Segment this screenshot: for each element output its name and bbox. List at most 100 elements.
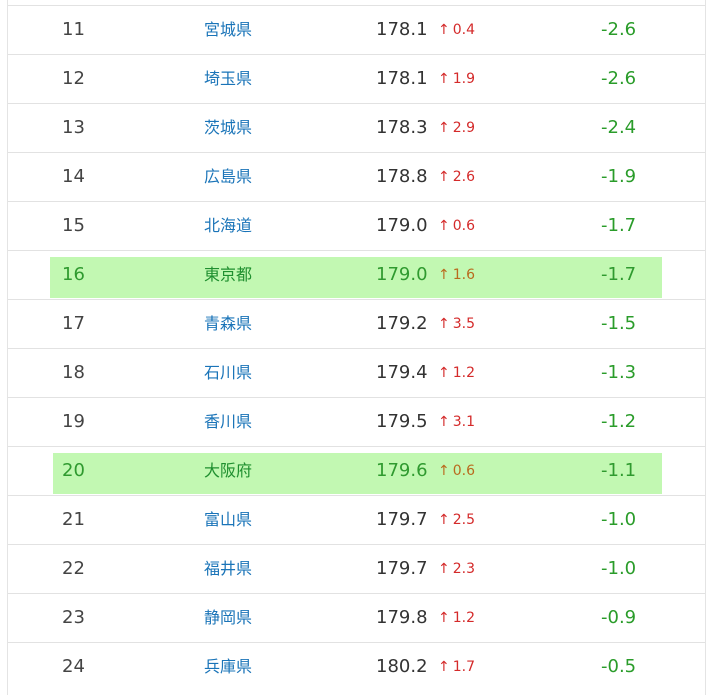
prefecture-link[interactable]: 広島県 bbox=[204, 153, 252, 201]
prefecture-link[interactable]: 大阪府 bbox=[204, 447, 252, 495]
arrow-up-icon: ↑ bbox=[438, 120, 450, 136]
arrow-up-icon: ↑ bbox=[438, 316, 450, 332]
change-amount: 3.1 bbox=[452, 414, 475, 430]
arrow-up-icon: ↑ bbox=[438, 414, 450, 430]
arrow-up-icon: ↑ bbox=[438, 610, 450, 626]
rank-cell: 18 bbox=[62, 362, 85, 383]
diff-value: -1.0 bbox=[601, 558, 637, 579]
diff-value: -1.7 bbox=[601, 215, 637, 236]
rank-cell: 22 bbox=[62, 558, 85, 579]
arrow-up-icon: ↑ bbox=[438, 512, 450, 528]
height-value: 178.8 bbox=[376, 166, 428, 187]
change-amount: 1.2 bbox=[452, 610, 475, 626]
rank-cell: 14 bbox=[62, 166, 85, 187]
diff-value: -0.9 bbox=[601, 607, 637, 628]
change-value: ↑ 1.7 bbox=[438, 643, 475, 691]
table-row: 18 石川県 179.4 ↑ 1.2 -1.3 bbox=[8, 348, 705, 397]
diff-value: -2.6 bbox=[601, 19, 637, 40]
arrow-up-icon: ↑ bbox=[438, 463, 450, 479]
change-value: ↑ 2.3 bbox=[438, 545, 475, 593]
change-amount: 2.6 bbox=[452, 169, 475, 185]
change-amount: 1.9 bbox=[452, 71, 475, 87]
change-amount: 0.6 bbox=[452, 218, 475, 234]
diff-value: -1.1 bbox=[601, 460, 637, 481]
change-amount: 1.2 bbox=[452, 365, 475, 381]
change-value: ↑ 0.4 bbox=[438, 6, 475, 54]
arrow-up-icon: ↑ bbox=[438, 267, 450, 283]
height-value: 179.7 bbox=[376, 509, 428, 530]
prefecture-link[interactable]: 茨城県 bbox=[204, 104, 252, 152]
arrow-up-icon: ↑ bbox=[438, 218, 450, 234]
change-amount: 1.6 bbox=[452, 267, 475, 283]
height-value: 179.0 bbox=[376, 264, 428, 285]
change-value: ↑ 1.2 bbox=[438, 349, 475, 397]
change-amount: 2.3 bbox=[452, 561, 475, 577]
arrow-up-icon: ↑ bbox=[438, 22, 450, 38]
arrow-up-icon: ↑ bbox=[438, 169, 450, 185]
arrow-up-icon: ↑ bbox=[438, 71, 450, 87]
change-value: ↑ 2.5 bbox=[438, 496, 475, 544]
change-value: ↑ 2.6 bbox=[438, 153, 475, 201]
table-row: 19 香川県 179.5 ↑ 3.1 -1.2 bbox=[8, 397, 705, 446]
rank-cell: 23 bbox=[62, 607, 85, 628]
diff-value: -1.5 bbox=[601, 313, 637, 334]
diff-value: -1.9 bbox=[601, 166, 637, 187]
diff-value: -1.2 bbox=[601, 411, 637, 432]
rank-cell: 24 bbox=[62, 656, 85, 677]
change-value: ↑ 0.6 bbox=[438, 202, 475, 250]
height-value: 179.2 bbox=[376, 313, 428, 334]
height-value: 178.1 bbox=[376, 68, 428, 89]
table-row: 15 北海道 179.0 ↑ 0.6 -1.7 bbox=[8, 201, 705, 250]
arrow-up-icon: ↑ bbox=[438, 561, 450, 577]
table-row: 17 青森県 179.2 ↑ 3.5 -1.5 bbox=[8, 299, 705, 348]
table-row: 20 大阪府 179.6 ↑ 0.6 -1.1 bbox=[8, 446, 705, 495]
change-value: ↑ 0.6 bbox=[438, 447, 475, 495]
ranking-table-body: 11 宮城県 178.1 ↑ 0.4 -2.6 12 埼玉県 178.1 ↑ 1.9 -2.6 13… bbox=[8, 5, 705, 691]
height-value: 179.0 bbox=[376, 215, 428, 236]
rank-cell: 17 bbox=[62, 313, 85, 334]
arrow-up-icon: ↑ bbox=[438, 365, 450, 381]
rank-cell: 11 bbox=[62, 19, 85, 40]
change-amount: 0.6 bbox=[452, 463, 475, 479]
prefecture-link[interactable]: 東京都 bbox=[204, 251, 252, 299]
prefecture-link[interactable]: 北海道 bbox=[204, 202, 252, 250]
diff-value: -1.0 bbox=[601, 509, 637, 530]
change-value: ↑ 1.9 bbox=[438, 55, 475, 103]
table-row: 22 福井県 179.7 ↑ 2.3 -1.0 bbox=[8, 544, 705, 593]
change-amount: 2.9 bbox=[452, 120, 475, 136]
change-amount: 1.7 bbox=[452, 659, 475, 675]
height-value: 179.4 bbox=[376, 362, 428, 383]
prefecture-link[interactable]: 香川県 bbox=[204, 398, 252, 446]
table-row: 23 静岡県 179.8 ↑ 1.2 -0.9 bbox=[8, 593, 705, 642]
diff-value: -2.6 bbox=[601, 68, 637, 89]
height-value: 179.8 bbox=[376, 607, 428, 628]
change-value: ↑ 3.1 bbox=[438, 398, 475, 446]
prefecture-link[interactable]: 石川県 bbox=[204, 349, 252, 397]
change-amount: 3.5 bbox=[452, 316, 475, 332]
rank-cell: 20 bbox=[62, 460, 85, 481]
prefecture-link[interactable]: 青森県 bbox=[204, 300, 252, 348]
prefecture-link[interactable]: 福井県 bbox=[204, 545, 252, 593]
change-amount: 2.5 bbox=[452, 512, 475, 528]
prefecture-link[interactable]: 宮城県 bbox=[204, 6, 252, 54]
row-highlight bbox=[53, 453, 662, 494]
diff-value: -2.4 bbox=[601, 117, 637, 138]
table-row: 14 広島県 178.8 ↑ 2.6 -1.9 bbox=[8, 152, 705, 201]
prefecture-link[interactable]: 兵庫県 bbox=[204, 643, 252, 691]
table-row: 13 茨城県 178.3 ↑ 2.9 -2.4 bbox=[8, 103, 705, 152]
diff-value: -1.7 bbox=[601, 264, 637, 285]
height-value: 179.5 bbox=[376, 411, 428, 432]
rank-cell: 21 bbox=[62, 509, 85, 530]
rank-cell: 13 bbox=[62, 117, 85, 138]
diff-value: -0.5 bbox=[601, 656, 637, 677]
change-amount: 0.4 bbox=[452, 22, 475, 38]
prefecture-link[interactable]: 富山県 bbox=[204, 496, 252, 544]
prefecture-link[interactable]: 静岡県 bbox=[204, 594, 252, 642]
diff-value: -1.3 bbox=[601, 362, 637, 383]
height-value: 179.7 bbox=[376, 558, 428, 579]
table-row: 16 東京都 179.0 ↑ 1.6 -1.7 bbox=[8, 250, 705, 299]
height-value: 178.3 bbox=[376, 117, 428, 138]
prefecture-link[interactable]: 埼玉県 bbox=[204, 55, 252, 103]
arrow-up-icon: ↑ bbox=[438, 659, 450, 675]
change-value: ↑ 2.9 bbox=[438, 104, 475, 152]
